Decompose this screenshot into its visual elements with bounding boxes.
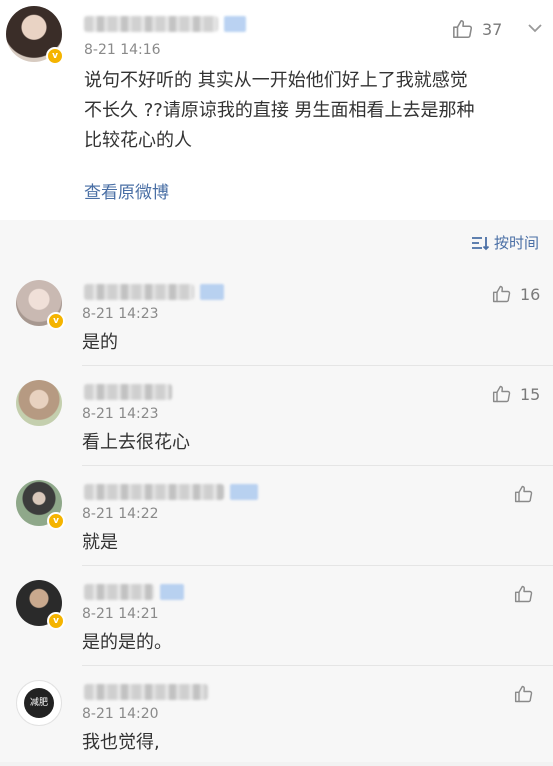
commenter-name-redacted[interactable]: [84, 684, 208, 700]
comment-item: v 8-21 14:23 是的 16: [0, 266, 553, 366]
comment-text: 看上去很花心: [82, 432, 190, 453]
comment-text: 是的是的。: [82, 632, 172, 653]
sort-label: 按时间: [493, 234, 539, 252]
thumbs-up-icon: [514, 585, 533, 603]
commenter-name-redacted[interactable]: [84, 384, 172, 400]
main-post: v 8-21 14:16 37 说句不好听的 其实从一开始他们好上了我就感觉 不…: [0, 0, 553, 220]
commenter-tag-redacted: [160, 584, 184, 600]
post-text: 说句不好听的 其实从一开始他们好上了我就感觉 不长久 ??请原谅我的直接 男生面…: [84, 66, 544, 156]
post-like-count: 37: [482, 19, 503, 39]
comment-like-button[interactable]: 15: [492, 384, 540, 404]
comment-item: v 8-21 14:22 就是: [0, 466, 553, 566]
comment-time: 8-21 14:23: [82, 306, 159, 322]
comment-like-button[interactable]: [514, 684, 534, 704]
verified-badge-icon: v: [46, 47, 64, 65]
commenter-avatar[interactable]: [16, 380, 62, 426]
sort-by-time-button[interactable]: 按时间: [470, 232, 539, 253]
post-text-line: 不长久 ??请原谅我的直接 男生面相看上去是那种: [84, 100, 475, 121]
comment-text: 我也觉得,: [82, 732, 160, 753]
comment-text: 就是: [82, 532, 118, 553]
verified-badge-icon: v: [47, 612, 65, 630]
post-time: 8-21 14:16: [84, 42, 161, 58]
sort-bar: 按时间: [0, 220, 553, 266]
verified-badge-icon: v: [47, 312, 65, 330]
commenter-name-redacted[interactable]: [84, 284, 194, 300]
author-tag-redacted: [224, 16, 246, 32]
commenter-tag-redacted: [200, 284, 224, 300]
author-name-redacted[interactable]: [84, 16, 218, 32]
comment-like-button[interactable]: 16: [492, 284, 540, 304]
thumbs-up-icon: [453, 19, 473, 39]
commenter-avatar[interactable]: 减肥: [16, 680, 62, 726]
thumbs-up-icon: [492, 285, 511, 303]
verified-badge-icon: v: [47, 512, 65, 530]
thumbs-up-icon: [492, 385, 511, 403]
comment-time: 8-21 14:23: [82, 406, 159, 422]
view-original-link[interactable]: 查看原微博: [84, 178, 169, 203]
chevron-down-icon[interactable]: [527, 22, 543, 34]
comment-time: 8-21 14:22: [82, 506, 159, 522]
post-text-line: 说句不好听的 其实从一开始他们好上了我就感觉: [84, 70, 468, 91]
commenter-name-redacted[interactable]: [84, 584, 154, 600]
comment-item: v 8-21 14:21 是的是的。: [0, 566, 553, 666]
comment-item: 8-21 14:23 看上去很花心 15: [0, 366, 553, 466]
post-text-line: 比较花心的人: [84, 130, 192, 151]
commenter-name-redacted[interactable]: [84, 484, 224, 500]
avatar-logo: 减肥: [24, 688, 54, 718]
comment-item: 减肥 8-21 14:20 我也觉得,: [0, 666, 553, 766]
commenter-tag-redacted: [230, 484, 258, 500]
post-like-button[interactable]: 37: [452, 18, 502, 40]
comment-time: 8-21 14:21: [82, 606, 159, 622]
comment-like-button[interactable]: [514, 584, 534, 604]
comment-like-button[interactable]: [514, 484, 534, 504]
thumbs-up-icon: [514, 485, 533, 503]
comment-time: 8-21 14:20: [82, 706, 159, 722]
sort-lines-icon: [471, 236, 490, 250]
thumbs-up-icon: [514, 685, 533, 703]
comment-like-count: 16: [520, 284, 541, 304]
comment-list: v 8-21 14:23 是的 16 8-21 14:23 看上去很花心 15 …: [0, 266, 553, 762]
comment-like-count: 15: [520, 384, 541, 404]
comment-text: 是的: [82, 332, 118, 353]
